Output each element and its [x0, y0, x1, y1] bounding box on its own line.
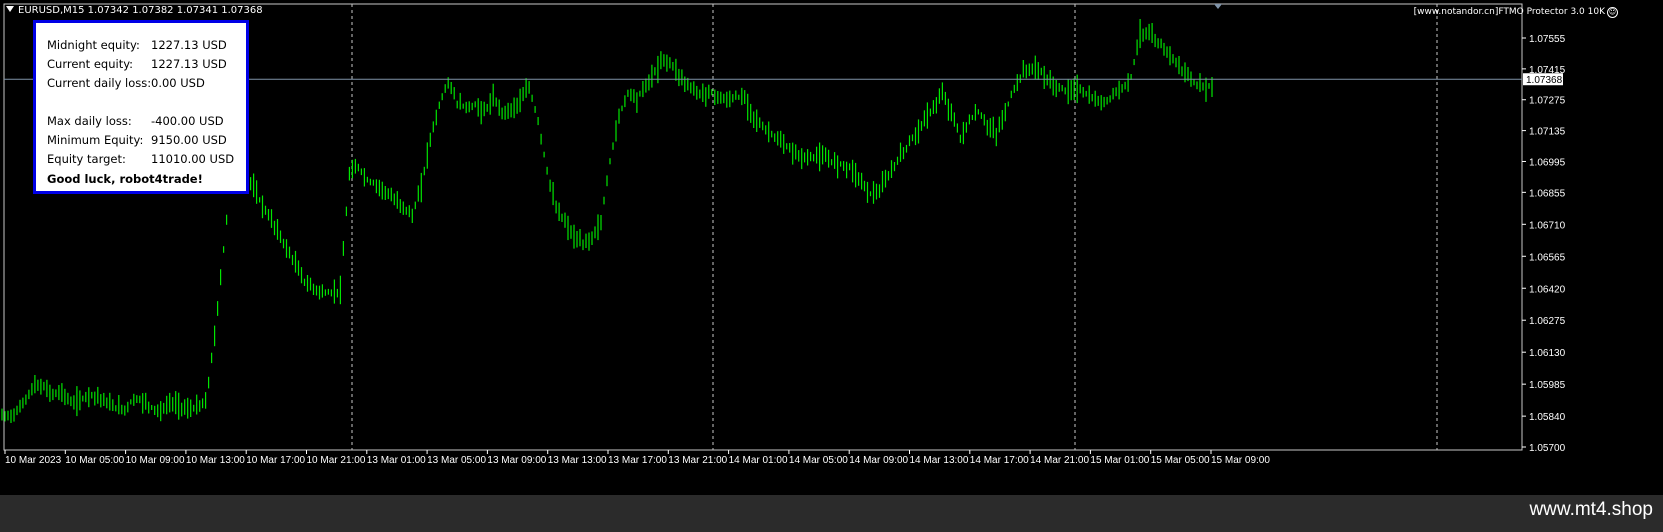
- x-tick-label: 10 Mar 05:00: [65, 455, 124, 466]
- chart-shift-marker-icon[interactable]: [1214, 4, 1222, 9]
- midnight-equity-value: 1227.13 USD: [151, 38, 227, 52]
- x-tick-label: 15 Mar 01:00: [1090, 455, 1149, 466]
- y-tick-label: 1.07555: [1529, 34, 1566, 45]
- x-tick-label: 14 Mar 13:00: [910, 455, 969, 466]
- x-tick-label: 15 Mar 05:00: [1151, 455, 1210, 466]
- y-tick-label: 1.06710: [1529, 220, 1566, 231]
- x-tick-label: 15 Mar 09:00: [1211, 455, 1270, 466]
- symbol-header-text: EURUSD,M15 1.07342 1.07382 1.07341 1.073…: [18, 5, 263, 16]
- x-tick-label: 14 Mar 09:00: [849, 455, 908, 466]
- x-tick-label: 10 Mar 21:00: [307, 455, 366, 466]
- symbol-header: EURUSD,M15 1.07342 1.07382 1.07341 1.073…: [6, 5, 263, 16]
- x-tick-label: 10 Mar 17:00: [246, 455, 305, 466]
- x-tick-label: 13 Mar 17:00: [608, 455, 667, 466]
- x-tick-label: 13 Mar 01:00: [367, 455, 426, 466]
- smiley-icon: ☺: [1607, 7, 1618, 18]
- current-equity-value: 1227.13 USD: [151, 57, 227, 71]
- y-tick-label: 1.05700: [1529, 443, 1566, 454]
- x-tick-label: 10 Mar 09:00: [126, 455, 185, 466]
- x-tick-label: 13 Mar 09:00: [487, 455, 546, 466]
- y-tick-label: 1.06995: [1529, 157, 1566, 168]
- x-tick-label: 14 Mar 21:00: [1030, 455, 1089, 466]
- y-tick-label: 1.06420: [1529, 284, 1566, 295]
- y-tick-label: 1.06130: [1529, 348, 1566, 359]
- current-equity-label: Current equity:: [47, 57, 134, 71]
- current-price-label: 1.07368: [1526, 75, 1563, 86]
- x-tick-label: 13 Mar 21:00: [668, 455, 727, 466]
- x-tick-label: 10 Mar 2023: [5, 455, 62, 466]
- x-tick-label: 14 Mar 17:00: [970, 455, 1029, 466]
- x-tick-label: 13 Mar 05:00: [427, 455, 486, 466]
- watermark: www.mt4.shop: [1529, 499, 1653, 520]
- ftmo-info-panel: Midnight equity: 1227.13 USD Current equ…: [33, 20, 249, 194]
- min-equity-value: 9150.00 USD: [151, 133, 227, 147]
- footer-bar: www.mt4.shop: [0, 495, 1663, 532]
- max-daily-loss-value: -400.00 USD: [151, 114, 224, 128]
- greeting-text: Good luck, robot4trade!: [47, 172, 203, 186]
- daily-loss-value: 0.00 USD: [151, 76, 205, 90]
- x-tick-label: 14 Mar 01:00: [729, 455, 788, 466]
- y-tick-label: 1.05985: [1529, 380, 1566, 391]
- x-tick-label: 13 Mar 13:00: [548, 455, 607, 466]
- x-tick-label: 14 Mar 05:00: [789, 455, 848, 466]
- equity-target-value: 11010.00 USD: [151, 152, 235, 166]
- midnight-equity-label: Midnight equity:: [47, 38, 140, 52]
- chart-window[interactable]: 1.07555 1.07415 1.07275 1.07135 1.06995 1.068…: [0, 0, 1663, 495]
- y-tick-label: 1.06275: [1529, 316, 1566, 327]
- max-daily-loss-label: Max daily loss:: [47, 114, 132, 128]
- y-tick-label: 1.06565: [1529, 252, 1566, 263]
- dropdown-triangle-icon[interactable]: [6, 6, 14, 12]
- y-tick-label: 1.07275: [1529, 96, 1566, 107]
- equity-target-label: Equity target:: [47, 152, 126, 166]
- y-tick-label: 1.05840: [1529, 412, 1566, 423]
- price-chart[interactable]: 1.075551.074151.072751.071351.069951.068…: [0, 0, 1663, 495]
- daily-loss-label: Current daily loss:: [47, 76, 152, 90]
- expert-advisor-name: [www.notandor.cn]FTMO Protector 3.0 10K: [1413, 7, 1605, 17]
- x-tick-label: 10 Mar 13:00: [186, 455, 245, 466]
- y-tick-label: 1.06855: [1529, 188, 1566, 199]
- min-equity-label: Minimum Equity:: [47, 133, 144, 147]
- y-tick-label: 1.07135: [1529, 127, 1566, 138]
- expert-advisor-label[interactable]: [www.notandor.cn]FTMO Protector 3.0 10K ☺: [1414, 7, 1618, 18]
